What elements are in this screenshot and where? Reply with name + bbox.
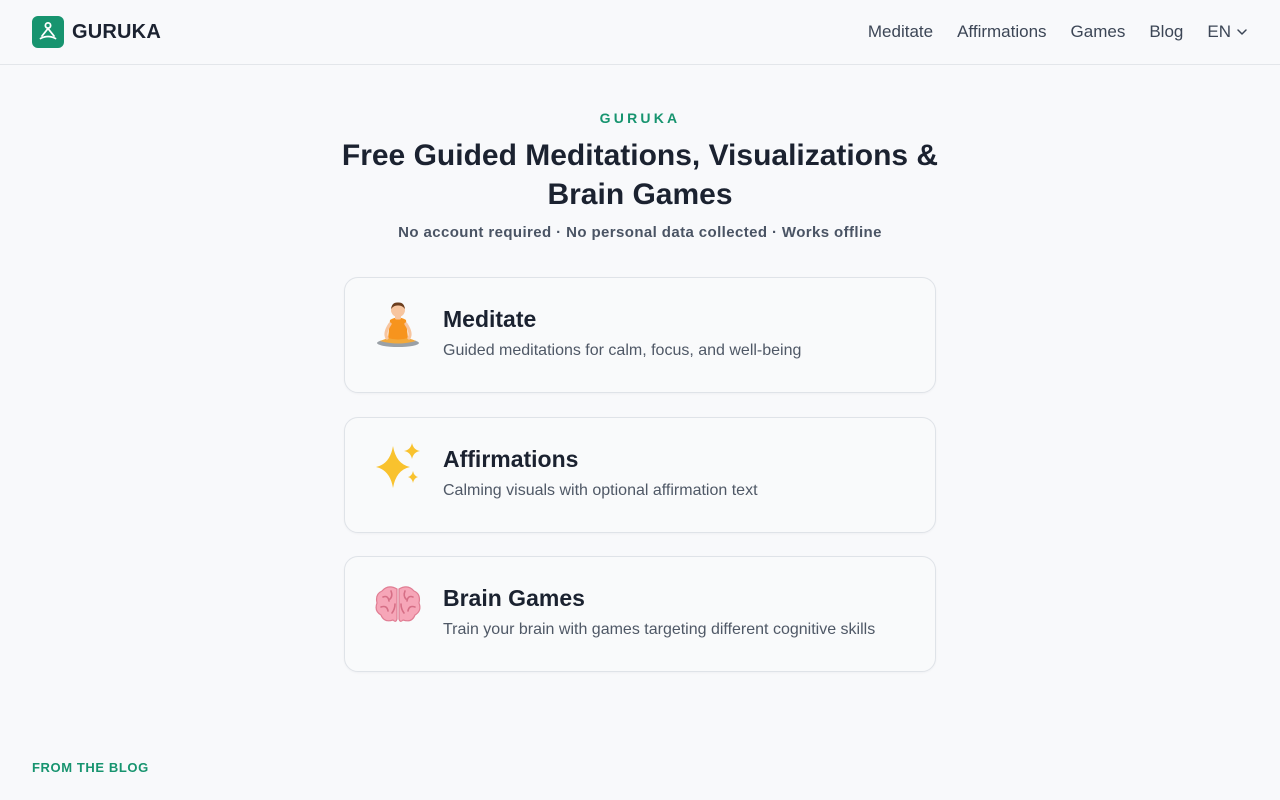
- nav-affirmations-link[interactable]: Affirmations: [957, 22, 1046, 42]
- blog-section-label: FROM THE BLOG: [32, 760, 149, 775]
- affirmations-card-description: Calming visuals with optional affirmatio…: [443, 482, 758, 499]
- chevron-down-icon: [1237, 29, 1247, 35]
- brain-games-card[interactable]: Brain Games Train your brain with games …: [344, 556, 936, 672]
- meditate-card-title: Meditate: [443, 306, 537, 332]
- meditate-card[interactable]: Meditate Guided meditations for calm, fo…: [344, 277, 936, 393]
- top-navigation-bar: GURUKA Meditate Affirmations Games Blog …: [0, 0, 1280, 65]
- hero-eyebrow: GURUKA: [599, 110, 681, 126]
- affirmations-card-title: Affirmations: [443, 446, 579, 472]
- brain-games-card-title: Brain Games: [443, 585, 585, 611]
- meditation-icon: [373, 300, 423, 350]
- meditating-person-icon: [32, 16, 64, 48]
- meditate-card-description: Guided meditations for calm, focus, and …: [443, 342, 802, 359]
- brain-games-card-description: Train your brain with games targeting di…: [443, 621, 876, 638]
- nav-meditate-link[interactable]: Meditate: [868, 22, 933, 42]
- brand-home-link[interactable]: GURUKA: [32, 16, 161, 48]
- hero-subtitle: No account required · No personal data c…: [398, 224, 882, 241]
- nav-blog-link[interactable]: Blog: [1149, 22, 1183, 42]
- brain-icon: [373, 579, 423, 629]
- nav-games-link[interactable]: Games: [1071, 22, 1126, 42]
- affirmations-card[interactable]: Affirmations Calming visuals with option…: [344, 417, 936, 533]
- sparkles-icon: [373, 440, 423, 490]
- language-selector[interactable]: EN: [1207, 22, 1248, 42]
- main-nav: Meditate Affirmations Games Blog EN: [868, 20, 1248, 44]
- brand-name: GURUKA: [72, 20, 161, 43]
- hero-title: Free Guided Meditations, Visualizations …: [341, 139, 939, 211]
- language-label: EN: [1207, 22, 1231, 41]
